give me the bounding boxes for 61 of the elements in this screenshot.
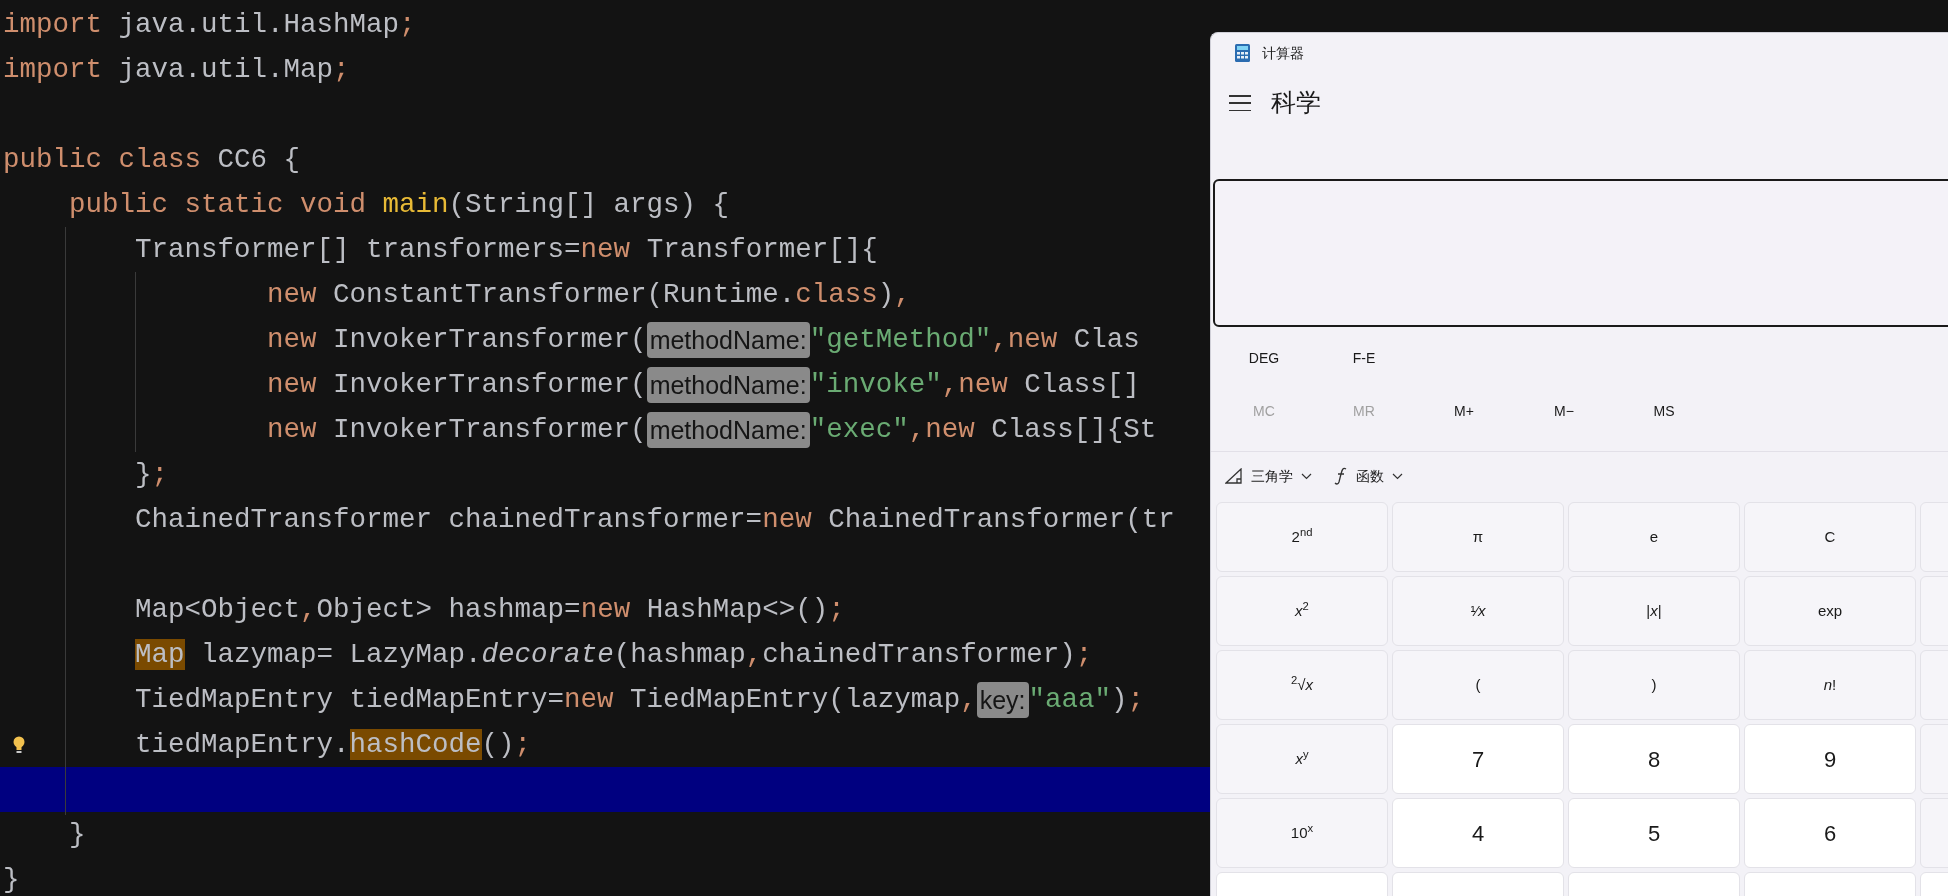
code-text: } (68, 817, 86, 852)
memory-button[interactable]: M+ (1414, 400, 1514, 422)
calculator-key[interactable]: π (1392, 502, 1564, 572)
calculator-key[interactable]: n! (1744, 650, 1916, 720)
calculator-key[interactable]: 10$^{x}$ (1216, 798, 1388, 868)
calculator-key[interactable]: ( (1392, 650, 1564, 720)
code-text: TiedMapEntry tiedMapEntry=new TiedMapEntry(lazymap, (134, 682, 977, 717)
code-text: Map<Object,Object> hashmap=new HashMap<>(); (134, 592, 845, 627)
dropdown-button[interactable]: 函数 (1334, 465, 1403, 487)
code-text: new InvokerTransformer( (266, 412, 647, 447)
chevron-down-icon (1392, 472, 1403, 480)
calculator-key[interactable]: 9 (1744, 724, 1916, 794)
parameter-hint: methodName: (646, 321, 810, 358)
triangle-icon (1225, 468, 1243, 484)
calculator-key[interactable]: 5 (1568, 798, 1740, 868)
menu-icon[interactable] (1229, 95, 1251, 111)
mode-toggle[interactable]: DEG (1214, 347, 1314, 369)
calculator-key[interactable]: 2$^{nd}$ (1216, 502, 1388, 572)
calculator-key[interactable]: x$^{y}$ (1216, 724, 1388, 794)
calculator-key[interactable]: 6 (1744, 798, 1916, 868)
code-text: Map lazymap= LazyMap.decorate(hashmap,chainedTransformer); (134, 637, 1093, 672)
lightbulb-icon[interactable] (12, 736, 26, 754)
parameter-hint: methodName: (646, 366, 810, 403)
chevron-down-icon (1301, 472, 1312, 480)
dropdown-button[interactable]: 三角学 (1225, 465, 1312, 487)
code-text: new InvokerTransformer( (266, 367, 647, 402)
calculator-key[interactable]: ¹⁄x (1392, 576, 1564, 646)
calculator-key[interactable]: ) (1568, 650, 1740, 720)
calculator-key[interactable]: exp (1744, 576, 1916, 646)
calculator-key[interactable]: 4 (1392, 798, 1564, 868)
calculator-key[interactable]: $^{2}$√x (1216, 650, 1388, 720)
code-text: ChainedTransformer chainedTransformer=new ChainedTransformer(tr (134, 502, 1175, 537)
code-text: "aaa"); (1028, 682, 1145, 717)
code-text: Transformer[] transformers=new Transformer[]{ (134, 232, 878, 267)
function-icon (1334, 467, 1348, 485)
code-text: "invoke",new Class[] (809, 367, 1140, 402)
memory-button[interactable]: MS (1614, 400, 1714, 422)
parameter-hint: methodName: (646, 411, 810, 448)
calculator-key[interactable]: 8 (1568, 724, 1740, 794)
memory-button[interactable]: M− (1514, 400, 1614, 422)
calculator-key[interactable]: |x| (1568, 576, 1740, 646)
code-text: new ConstantTransformer(Runtime.class), (266, 277, 911, 312)
parameter-hint: key: (976, 681, 1029, 718)
window-title: 计算器 (1262, 43, 1304, 63)
code-text: tiedMapEntry.hashCode(); (134, 727, 532, 762)
code-text: import java.util.Map; (3, 52, 350, 87)
code-text: public class CC6 { (3, 142, 301, 177)
code-text: }; (134, 457, 169, 492)
code-text: "getMethod",new Clas (809, 322, 1140, 357)
code-text: import java.util.HashMap; (3, 7, 416, 42)
calculator-key[interactable]: e (1568, 502, 1740, 572)
calculator-key[interactable]: C (1744, 502, 1916, 572)
code-text: new InvokerTransformer( (266, 322, 647, 357)
calculator-app-icon (1235, 44, 1250, 62)
mode-title: 科学 (1271, 87, 1321, 119)
code-text: } (3, 862, 20, 896)
mode-toggle[interactable]: F-E (1314, 347, 1414, 369)
calculator-key[interactable]: 7 (1392, 724, 1564, 794)
code-text: "exec",new Class[]{St (809, 412, 1157, 447)
calculator-key[interactable]: x$^{2}$ (1216, 576, 1388, 646)
code-text: public static void main(String[] args) { (68, 187, 730, 222)
